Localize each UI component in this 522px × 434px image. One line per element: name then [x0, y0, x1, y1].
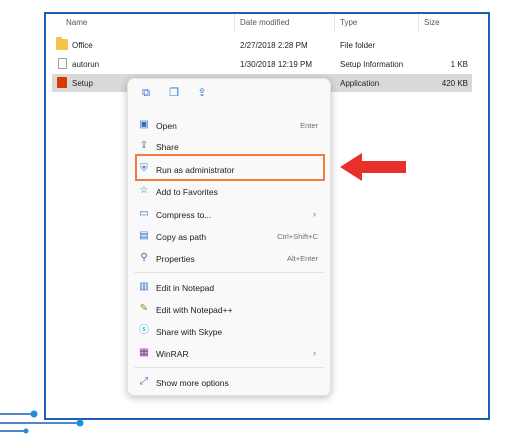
- column-name[interactable]: Name: [66, 18, 87, 27]
- file-size: 1 KB: [450, 60, 468, 69]
- menu-item-edit-with-notepadpp[interactable]: ✎ Edit with Notepad++: [134, 299, 324, 319]
- menu-item-winrar[interactable]: ▦ WinRAR ›: [134, 343, 324, 363]
- menu-item-label: Open: [156, 121, 177, 131]
- share-icon[interactable]: ⇪: [196, 87, 208, 99]
- copy-icon[interactable]: ⧉: [140, 87, 152, 99]
- star-icon: ☆: [139, 185, 149, 196]
- menu-item-shortcut: Ctrl+Shift+C: [277, 232, 318, 241]
- column-type[interactable]: Type: [340, 18, 357, 27]
- menu-item-label: Add to Favorites: [156, 187, 218, 197]
- column-separator[interactable]: [234, 14, 235, 32]
- menu-item-label: Share: [156, 142, 179, 152]
- menu-item-label: Copy as path: [156, 232, 207, 242]
- menu-divider: [134, 367, 324, 368]
- chevron-right-icon: ›: [313, 209, 316, 219]
- chevron-right-icon: ›: [313, 348, 316, 358]
- menu-item-shortcut: Enter: [300, 121, 318, 130]
- menu-item-label: Show more options: [156, 378, 229, 388]
- menu-item-label: WinRAR: [156, 349, 189, 359]
- file-date: 1/30/2018 12:19 PM: [240, 60, 313, 69]
- path-icon: ▤: [139, 230, 149, 241]
- notepadpp-icon: ✎: [139, 303, 149, 314]
- highlight-box: [135, 154, 325, 181]
- column-header: Name Date modified Type Size: [46, 14, 474, 32]
- menu-item-compress[interactable]: ▭ Compress to... ›: [134, 204, 324, 224]
- file-row-office[interactable]: Office 2/27/2018 2:28 PM File folder: [52, 36, 472, 54]
- pointer-arrow-icon: [340, 153, 406, 181]
- office-app-icon: [57, 77, 67, 88]
- open-icon: ▣: [139, 119, 149, 130]
- menu-item-copy-as-path[interactable]: ▤ Copy as path Ctrl+Shift+C: [134, 226, 324, 246]
- menu-item-open[interactable]: ▣ Open Enter: [134, 115, 324, 135]
- document-icon: [58, 58, 67, 69]
- file-type: Setup Information: [340, 60, 404, 69]
- wrench-icon: ⚲: [140, 252, 148, 263]
- context-menu: ⧉ ❐ ⇪ ▣ Open Enter ⇪ Share ⛨ Run as admi…: [127, 78, 331, 396]
- menu-item-add-to-favorites[interactable]: ☆ Add to Favorites: [134, 181, 324, 201]
- file-name: Setup: [72, 79, 93, 88]
- file-size: 420 KB: [441, 79, 468, 88]
- paste-icon[interactable]: ❐: [168, 87, 180, 99]
- column-separator[interactable]: [334, 14, 335, 32]
- notepad-icon: ▥: [139, 281, 149, 292]
- zip-icon: ▭: [139, 208, 149, 219]
- menu-item-properties[interactable]: ⚲ Properties Alt+Enter: [134, 248, 324, 268]
- menu-item-label: Edit in Notepad: [156, 283, 215, 293]
- menu-item-share-with-skype[interactable]: ⓢ Share with Skype: [134, 321, 324, 341]
- winrar-icon: ▦: [139, 347, 149, 358]
- file-name: Office: [72, 41, 93, 50]
- file-date: 2/27/2018 2:28 PM: [240, 41, 308, 50]
- menu-divider: [134, 272, 324, 273]
- file-name: autorun: [72, 60, 100, 69]
- menu-item-show-more-options[interactable]: ⤢ Show more options: [134, 372, 324, 392]
- share-icon: ⇪: [139, 140, 149, 151]
- skype-icon: ⓢ: [139, 325, 149, 336]
- column-separator[interactable]: [418, 14, 419, 32]
- menu-item-label: Edit with Notepad++: [156, 305, 233, 315]
- menu-item-shortcut: Alt+Enter: [286, 254, 318, 263]
- more-options-icon: ⤢: [140, 376, 148, 387]
- menu-item-label: Compress to...: [156, 210, 212, 220]
- column-size[interactable]: Size: [424, 18, 440, 27]
- folder-icon: [56, 37, 68, 50]
- menu-item-label: Share with Skype: [156, 327, 223, 337]
- column-date[interactable]: Date modified: [240, 18, 289, 27]
- menu-item-edit-in-notepad[interactable]: ▥ Edit in Notepad: [134, 277, 324, 297]
- file-type: File folder: [340, 41, 376, 50]
- menu-item-share[interactable]: ⇪ Share: [134, 136, 324, 156]
- file-type: Application: [340, 79, 380, 88]
- decorative-lines: [0, 410, 84, 434]
- menu-item-label: Properties: [156, 254, 195, 264]
- file-row-autorun[interactable]: autorun 1/30/2018 12:19 PM Setup Informa…: [52, 55, 472, 73]
